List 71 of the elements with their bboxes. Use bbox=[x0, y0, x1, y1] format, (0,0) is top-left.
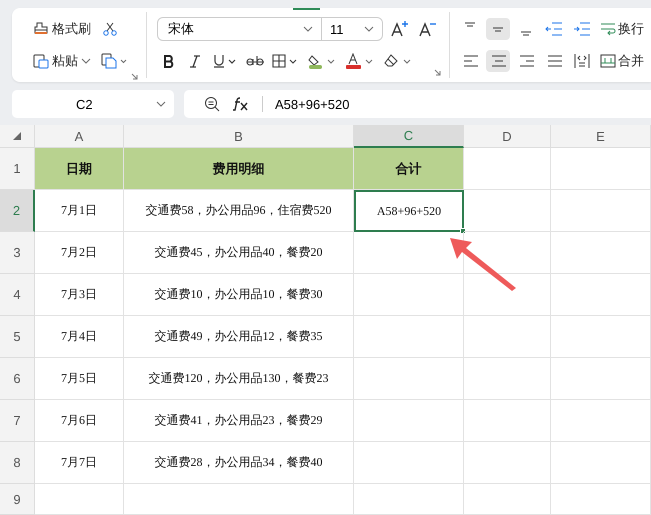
row-header[interactable]: 5 bbox=[0, 316, 35, 358]
increase-indent-icon bbox=[573, 21, 591, 37]
underline-icon bbox=[212, 54, 238, 68]
table-cell: 7月5日 bbox=[35, 358, 124, 400]
merge-cells-icon bbox=[600, 54, 616, 68]
column-header[interactable]: B bbox=[124, 125, 354, 148]
column-header[interactable]: A bbox=[35, 125, 124, 148]
align-middle-button[interactable] bbox=[486, 18, 510, 40]
row-header[interactable]: 2 bbox=[0, 190, 35, 232]
row-header[interactable]: 3 bbox=[0, 232, 35, 274]
paste-button[interactable]: 粘贴 bbox=[30, 50, 94, 72]
align-bottom-icon bbox=[520, 31, 532, 36]
align-top-icon bbox=[464, 22, 476, 27]
strikethrough-icon bbox=[246, 54, 264, 68]
wrap-text-button[interactable]: 换行 bbox=[598, 18, 644, 40]
zoom-icon[interactable] bbox=[204, 96, 220, 112]
header-cell: 费用明细 bbox=[124, 148, 354, 190]
paste-icon bbox=[33, 53, 49, 69]
copy-icon bbox=[101, 53, 127, 69]
format-painter-icon bbox=[33, 22, 49, 36]
table-cell: 交通费120，办公用品130，餐费23 bbox=[124, 358, 354, 400]
font-size-dropdown[interactable]: 11 bbox=[322, 18, 382, 40]
header-cell: 合计 bbox=[354, 148, 464, 190]
caret-icon bbox=[303, 26, 313, 32]
expand-icon[interactable] bbox=[131, 73, 138, 80]
active-tab-indicator bbox=[293, 8, 320, 10]
formula-input[interactable]: A58+96+520 bbox=[275, 96, 350, 112]
table-cell: 交通费10，办公用品10，餐费30 bbox=[124, 274, 354, 316]
row-header[interactable]: 8 bbox=[0, 442, 35, 484]
align-middle-icon bbox=[492, 26, 504, 32]
caret-icon bbox=[364, 26, 374, 32]
row-header[interactable]: 6 bbox=[0, 358, 35, 400]
table-cell: 交通费41，办公用品23，餐费29 bbox=[124, 400, 354, 442]
align-center-button[interactable] bbox=[486, 50, 510, 72]
expand-icon[interactable] bbox=[434, 69, 441, 76]
table-cell: 7月4日 bbox=[35, 316, 124, 358]
bold-icon bbox=[163, 54, 175, 68]
italic-icon bbox=[189, 54, 201, 68]
function-icon[interactable] bbox=[232, 97, 250, 111]
decrease-font-icon bbox=[418, 20, 436, 38]
select-all-corner[interactable] bbox=[0, 125, 35, 148]
wrap-text-icon bbox=[600, 22, 616, 36]
table-cell: 交通费49，办公用品12，餐费35 bbox=[124, 316, 354, 358]
table-cell: 7月2日 bbox=[35, 232, 124, 274]
active-cell[interactable]: A58+96+520 bbox=[354, 190, 464, 232]
caret-icon bbox=[156, 101, 166, 107]
table-cell: 7月3日 bbox=[35, 274, 124, 316]
increase-font-icon bbox=[390, 20, 408, 38]
row-header[interactable]: 1 bbox=[0, 148, 35, 190]
column-header[interactable]: E bbox=[551, 125, 651, 148]
row-header[interactable]: 7 bbox=[0, 400, 35, 442]
name-box[interactable]: C2 bbox=[12, 90, 174, 118]
distributed-align-icon bbox=[573, 53, 591, 69]
table-cell: 7月7日 bbox=[35, 442, 124, 484]
font-name-dropdown[interactable]: 宋体 bbox=[158, 18, 322, 40]
scissors-icon bbox=[102, 22, 118, 36]
column-header[interactable]: C bbox=[354, 125, 464, 148]
select-all-corner-icon bbox=[13, 132, 21, 140]
column-header[interactable]: D bbox=[464, 125, 551, 148]
table-cell: 交通费45，办公用品40，餐费20 bbox=[124, 232, 354, 274]
table-cell: 交通费58，办公用品96，住宿费520 bbox=[124, 190, 354, 232]
table-cell: 7月6日 bbox=[35, 400, 124, 442]
row-header[interactable]: 4 bbox=[0, 274, 35, 316]
merge-cells-button[interactable]: 合并 bbox=[598, 50, 644, 72]
table-cell: 交通费28，办公用品34，餐费40 bbox=[124, 442, 354, 484]
decrease-indent-icon bbox=[545, 21, 563, 37]
format-painter-button[interactable]: 格式刷 bbox=[30, 18, 94, 40]
table-cell: 7月1日 bbox=[35, 190, 124, 232]
caret-icon bbox=[81, 58, 91, 64]
header-cell: 日期 bbox=[35, 148, 124, 190]
row-header[interactable]: 9 bbox=[0, 484, 35, 515]
